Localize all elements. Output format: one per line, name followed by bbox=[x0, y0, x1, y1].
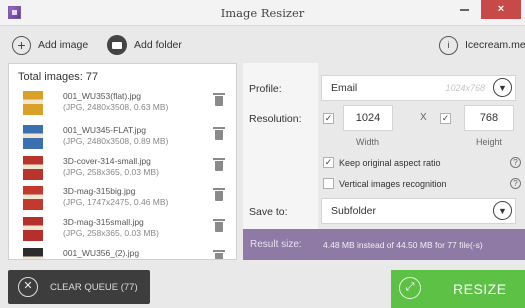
profile-label: Profile: bbox=[249, 83, 282, 95]
info-icon: i bbox=[439, 35, 458, 55]
profile-hint: 1024x768 bbox=[445, 83, 485, 93]
close-icon: ✕ bbox=[18, 277, 38, 297]
vertical-label: Vertical images recognition bbox=[339, 179, 447, 189]
result-size-label: Result size: bbox=[250, 239, 302, 250]
clear-queue-button[interactable]: ✕ CLEAR QUEUE (77) bbox=[8, 270, 150, 304]
add-image-label: Add image bbox=[38, 39, 89, 51]
settings-panel: Profile: Email 1024x768 ▼ Resolution: ✓ … bbox=[243, 63, 525, 260]
account-button[interactable]: i Icecream.me bbox=[439, 35, 525, 55]
file-meta: (JPG, 2480x3508, 0.89 MB) bbox=[63, 136, 169, 146]
resize-icon: ⤢ bbox=[399, 277, 421, 299]
toolbar: + Add image Add folder i Icecream.me bbox=[0, 27, 525, 62]
height-input[interactable]: 768 bbox=[464, 105, 514, 131]
file-list-panel: Total images: 77 001_WU353(flat).jpg (JP… bbox=[8, 63, 237, 260]
width-input[interactable]: 1024 bbox=[343, 105, 393, 131]
chevron-down-icon: ▼ bbox=[493, 201, 512, 220]
image-thumbnail bbox=[23, 125, 43, 149]
file-name: 3D-cover-314-small.jpg bbox=[63, 156, 151, 166]
file-meta: (JPG, 258x365, 0.03 MB) bbox=[63, 228, 159, 238]
file-name: 001_WU356_(2).jpg bbox=[63, 248, 140, 258]
minimize-button[interactable] bbox=[460, 9, 469, 11]
result-size-bar: Result size: 4.48 MB instead of 44.50 MB… bbox=[243, 229, 525, 260]
resize-button[interactable]: ⤢ RESIZE bbox=[391, 270, 525, 308]
image-thumbnail bbox=[23, 217, 43, 241]
keep-ratio-label: Keep original aspect ratio bbox=[339, 158, 441, 168]
list-item[interactable]: 001_WU345-FLAT.jpg (JPG, 2480x3508, 0.89… bbox=[23, 125, 225, 149]
image-thumbnail bbox=[23, 248, 43, 259]
trash-icon[interactable] bbox=[213, 219, 225, 232]
file-name: 3D-mag-315big.jpg bbox=[63, 186, 136, 196]
file-meta: (JPG, 258x365, 0.03 MB) bbox=[63, 167, 159, 177]
file-name: 001_WU353(flat).jpg bbox=[63, 91, 141, 101]
file-name: 3D-mag-315small.jpg bbox=[63, 217, 144, 227]
trash-icon[interactable] bbox=[213, 188, 225, 201]
x-separator: X bbox=[420, 112, 427, 123]
save-to-value: Subfolder bbox=[331, 205, 376, 217]
help-icon[interactable]: ? bbox=[510, 178, 521, 189]
file-meta: (JPG, 2480x3508, 0.63 MB) bbox=[63, 102, 169, 112]
trash-icon[interactable] bbox=[213, 250, 225, 259]
list-item[interactable]: 3D-mag-315big.jpg (JPG, 1747x2475, 0.46 … bbox=[23, 186, 225, 210]
width-checkbox[interactable]: ✓ bbox=[323, 113, 334, 124]
keep-ratio-checkbox[interactable]: ✓ bbox=[323, 157, 334, 168]
width-label: Width bbox=[356, 137, 380, 147]
resolution-label: Resolution: bbox=[249, 113, 302, 125]
close-button[interactable]: × bbox=[481, 0, 521, 19]
trash-icon[interactable] bbox=[213, 158, 225, 171]
result-size-value: 4.48 MB instead of 44.50 MB for 77 file(… bbox=[323, 240, 483, 250]
list-item[interactable]: 3D-cover-314-small.jpg (JPG, 258x365, 0.… bbox=[23, 156, 225, 180]
account-label: Icecream.me bbox=[465, 39, 525, 51]
file-meta: (JPG, 1747x2475, 0.46 MB) bbox=[63, 197, 169, 207]
image-thumbnail bbox=[23, 186, 43, 210]
save-to-select[interactable]: Subfolder ▼ bbox=[321, 198, 516, 224]
window-title: Image Resizer bbox=[220, 6, 305, 20]
profile-value: Email bbox=[331, 82, 358, 94]
trash-icon[interactable] bbox=[213, 93, 225, 106]
plus-icon: + bbox=[12, 35, 31, 55]
resize-label: RESIZE bbox=[453, 281, 507, 297]
chevron-down-icon: ▼ bbox=[493, 78, 512, 97]
height-checkbox[interactable]: ✓ bbox=[440, 113, 451, 124]
list-item[interactable]: 3D-mag-315small.jpg (JPG, 258x365, 0.03 … bbox=[23, 217, 225, 241]
total-images-label: Total images: 77 bbox=[18, 71, 99, 83]
scrollbar[interactable] bbox=[236, 90, 237, 120]
clear-queue-label: CLEAR QUEUE (77) bbox=[50, 282, 138, 293]
height-label: Height bbox=[476, 137, 503, 147]
trash-icon[interactable] bbox=[213, 127, 225, 140]
add-folder-label: Add folder bbox=[134, 39, 182, 51]
add-folder-button[interactable]: Add folder bbox=[107, 35, 182, 55]
add-image-button[interactable]: + Add image bbox=[12, 35, 88, 55]
vertical-checkbox[interactable] bbox=[323, 178, 334, 189]
title-bar: Image Resizer × bbox=[0, 0, 525, 26]
save-to-label: Save to: bbox=[249, 206, 288, 218]
list-item[interactable]: 001_WU356_(2).jpg bbox=[23, 248, 225, 259]
image-thumbnail bbox=[23, 91, 43, 115]
profile-select[interactable]: Email 1024x768 ▼ bbox=[321, 75, 516, 101]
list-item[interactable]: 001_WU353(flat).jpg (JPG, 2480x3508, 0.6… bbox=[23, 91, 225, 115]
folder-icon bbox=[107, 35, 127, 55]
file-name: 001_WU345-FLAT.jpg bbox=[63, 125, 146, 135]
help-icon[interactable]: ? bbox=[510, 157, 521, 168]
image-thumbnail bbox=[23, 156, 43, 180]
